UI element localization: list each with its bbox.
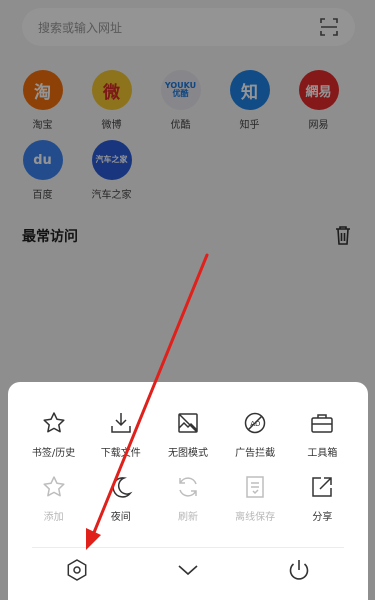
menu-no-image-mode[interactable]: 无图模式 bbox=[154, 410, 221, 459]
menu-divider bbox=[32, 547, 344, 548]
download-icon bbox=[108, 410, 134, 436]
menu-sheet: 书签/历史 下载文件 无图模式 AD 广告拦截 工具箱 添加 夜间 刷新 离线保… bbox=[8, 382, 368, 600]
star-icon bbox=[41, 410, 67, 436]
menu-toolbox[interactable]: 工具箱 bbox=[289, 410, 356, 459]
settings-hexagon-icon[interactable] bbox=[64, 557, 90, 583]
menu-share[interactable]: 分享 bbox=[289, 474, 356, 523]
menu-downloads[interactable]: 下载文件 bbox=[87, 410, 154, 459]
menu-offline-save[interactable]: 离线保存 bbox=[222, 474, 289, 523]
menu-label: 无图模式 bbox=[167, 448, 208, 459]
menu-label: 下载文件 bbox=[100, 448, 141, 459]
offline-save-icon bbox=[242, 474, 268, 500]
menu-label: 添加 bbox=[43, 512, 64, 523]
ad-block-icon: AD bbox=[242, 410, 268, 436]
menu-label: 夜间 bbox=[110, 512, 131, 523]
menu-row-2: 添加 夜间 刷新 离线保存 分享 bbox=[20, 474, 356, 523]
menu-label: 刷新 bbox=[177, 512, 198, 523]
menu-refresh[interactable]: 刷新 bbox=[154, 474, 221, 523]
menu-label: 离线保存 bbox=[235, 512, 276, 523]
menu-add-bookmark[interactable]: 添加 bbox=[20, 474, 87, 523]
refresh-icon bbox=[175, 474, 201, 500]
menu-row-1: 书签/历史 下载文件 无图模式 AD 广告拦截 工具箱 bbox=[20, 410, 356, 459]
moon-icon bbox=[108, 474, 134, 500]
menu-night-mode[interactable]: 夜间 bbox=[87, 474, 154, 523]
toolbox-icon bbox=[309, 410, 335, 436]
share-icon bbox=[309, 474, 335, 500]
add-star-icon bbox=[41, 474, 67, 500]
svg-text:AD: AD bbox=[250, 420, 260, 428]
menu-bookmarks-history[interactable]: 书签/历史 bbox=[20, 410, 87, 459]
menu-label: 分享 bbox=[312, 512, 333, 523]
menu-label: 书签/历史 bbox=[31, 448, 76, 459]
no-image-icon bbox=[175, 410, 201, 436]
menu-bottom-bar bbox=[8, 557, 368, 587]
menu-label: 广告拦截 bbox=[235, 448, 276, 459]
menu-ad-block[interactable]: AD 广告拦截 bbox=[222, 410, 289, 459]
power-exit-icon[interactable] bbox=[286, 557, 312, 583]
menu-label: 工具箱 bbox=[307, 448, 338, 459]
collapse-chevron-down-icon[interactable] bbox=[175, 557, 201, 583]
